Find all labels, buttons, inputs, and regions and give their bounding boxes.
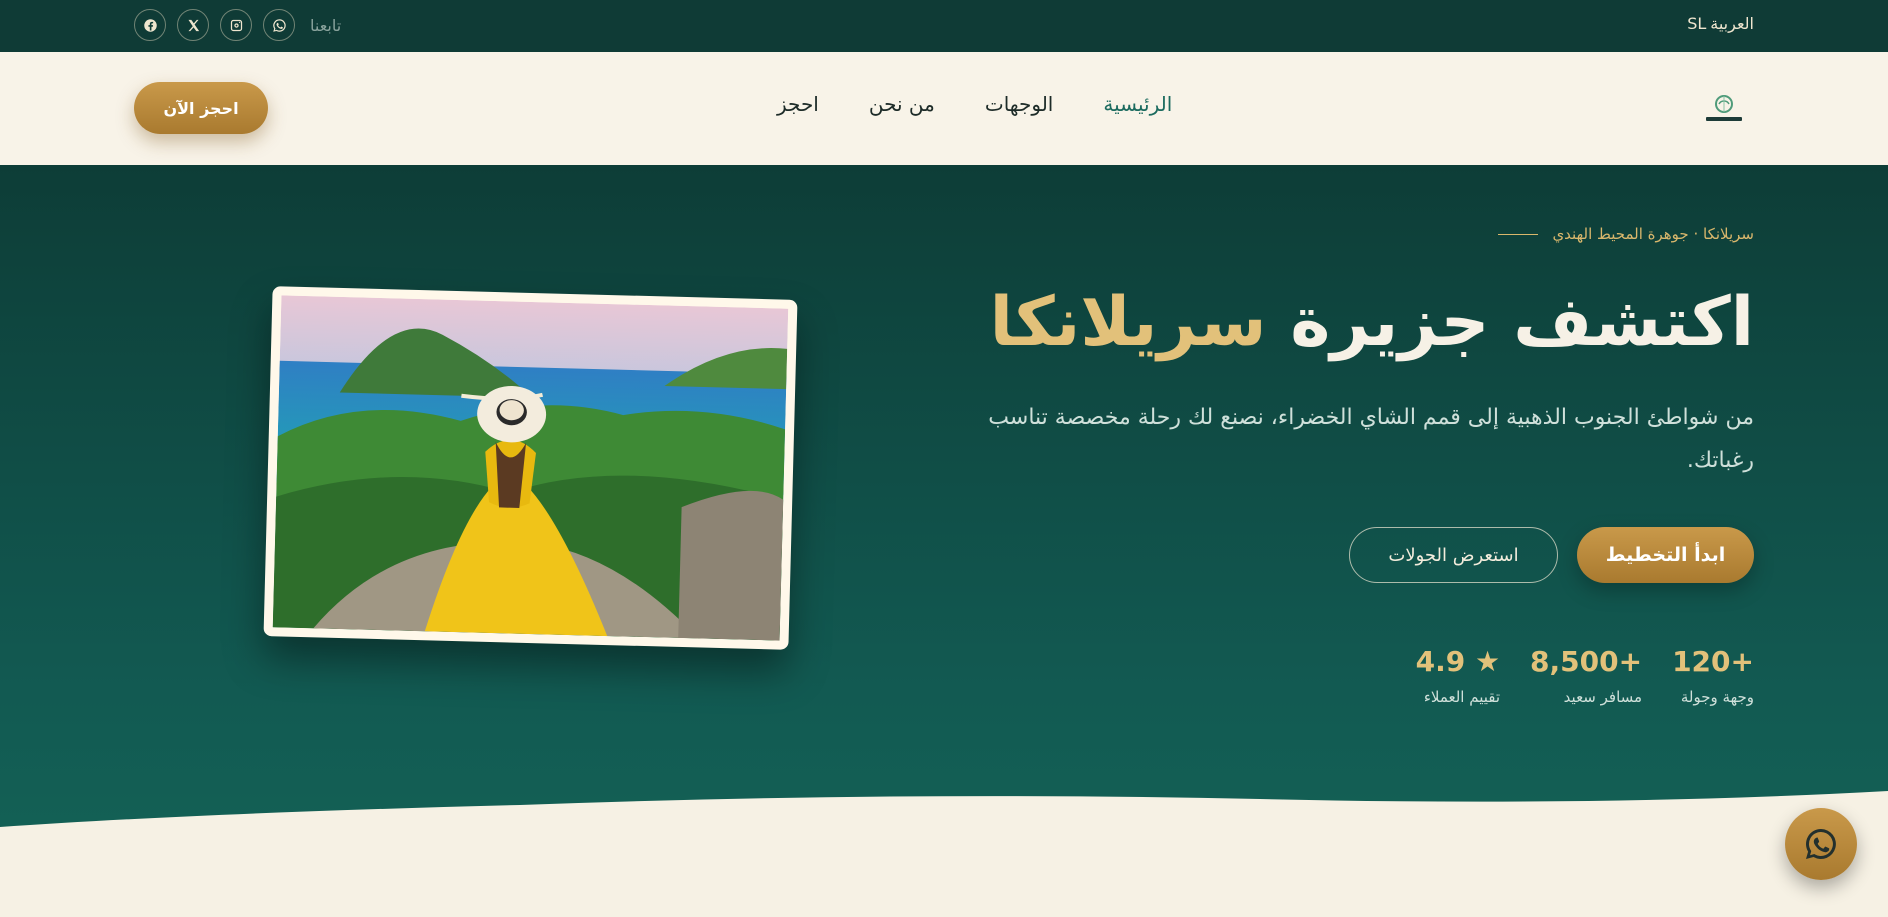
hero-photo <box>263 286 798 650</box>
stat-value: 8,500+ <box>1530 645 1643 678</box>
nav-link-destinations[interactable]: الوجهات <box>985 92 1054 116</box>
site-logo[interactable] <box>1704 92 1744 126</box>
stat-value: 120+ <box>1672 645 1754 678</box>
browse-tours-button[interactable]: استعرض الجولات <box>1349 527 1558 583</box>
stat-value: 4.9 ★ <box>1415 645 1501 678</box>
book-now-button[interactable]: احجز الآن <box>134 82 268 134</box>
language-switcher[interactable]: SL العربية <box>1687 14 1754 33</box>
hero-eyebrow: سريلانكا · جوهرة المحيط الهندي <box>1498 225 1754 243</box>
nav-link-book[interactable]: احجز <box>777 92 819 116</box>
whatsapp-icon[interactable] <box>263 9 295 41</box>
instagram-icon[interactable] <box>220 9 252 41</box>
eyebrow-text: سريلانكا · جوهرة المحيط الهندي <box>1552 225 1754 243</box>
stat-label: وجهة وجولة <box>1680 688 1754 706</box>
nav-links: الرئيسية الوجهات من نحن احجز <box>777 92 1172 116</box>
nav-link-home[interactable]: الرئيسية <box>1103 92 1172 116</box>
stat-travelers: 8,500+ مسافر سعيد <box>1530 645 1642 706</box>
hero-section: سريلانكا · جوهرة المحيط الهندي اكتشف جزي… <box>0 165 1888 917</box>
whatsapp-floating-button[interactable] <box>1785 808 1857 880</box>
stat-rating: 4.9 ★ تقييم العملاء <box>1416 645 1500 706</box>
social-links: تابعنا <box>134 9 341 41</box>
hero-wave-divider <box>0 791 1888 917</box>
whatsapp-icon <box>1806 829 1836 859</box>
stat-label: مسافر سعيد <box>1563 688 1643 706</box>
language-code: SL <box>1687 14 1707 33</box>
nav-link-about[interactable]: من نحن <box>869 92 935 116</box>
eyebrow-line <box>1498 233 1539 235</box>
start-planning-button[interactable]: ابدأ التخطيط <box>1577 527 1754 583</box>
hero-title: اكتشف جزيرة سريلانكا <box>990 283 1754 362</box>
hero-title-main: اكتشف جزيرة <box>1290 283 1754 362</box>
x-icon[interactable] <box>177 9 209 41</box>
stat-destinations: 120+ وجهة وجولة <box>1672 645 1754 706</box>
main-navigation: الرئيسية الوجهات من نحن احجز <box>0 52 1888 165</box>
hero-stats: 120+ وجهة وجولة 8,500+ مسافر سعيد 4.9 ★ … <box>1416 645 1754 706</box>
hero-description: من شواطئ الجنوب الذهبية إلى قمم الشاي ال… <box>988 405 1754 473</box>
hero-title-highlight: سريلانكا <box>989 283 1267 362</box>
top-bar: SL العربية تابعنا <box>0 0 1888 52</box>
follow-label: تابعنا <box>310 15 342 35</box>
stat-label: تقييم العملاء <box>1423 688 1501 706</box>
facebook-icon[interactable] <box>134 9 166 41</box>
language-label: العربية <box>1710 14 1754 33</box>
